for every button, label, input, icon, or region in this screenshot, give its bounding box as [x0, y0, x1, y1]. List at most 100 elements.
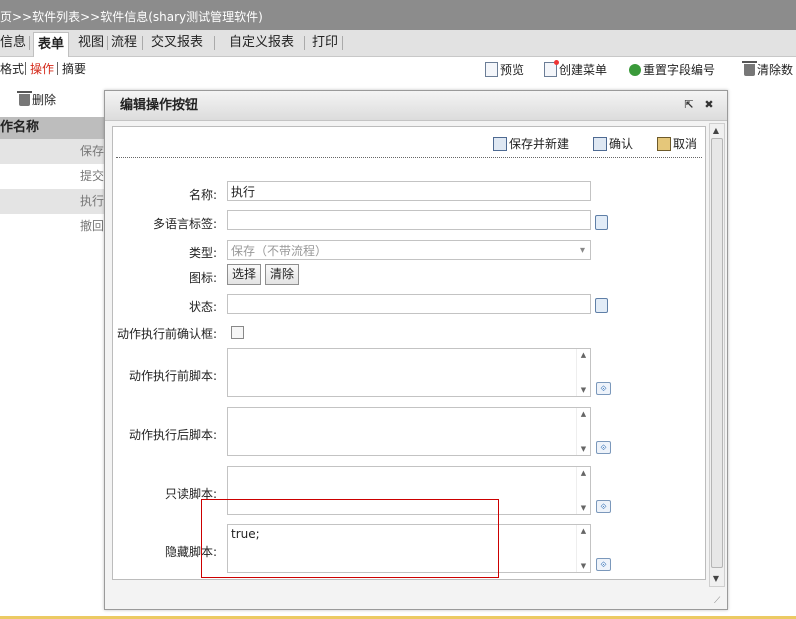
pre-script-textarea[interactable]: ▲ ▼ [227, 348, 591, 397]
row-action-name: 执行 [79, 194, 104, 208]
scroll-down-icon[interactable]: ▼ [577, 562, 590, 570]
type-select[interactable]: 保存（不带流程） [227, 240, 591, 261]
grid-header: 作名称 [0, 117, 104, 139]
subtab-summary[interactable]: 摘要 [62, 60, 86, 77]
preview-icon [485, 62, 498, 77]
create-menu-label: 创建菜单 [559, 63, 608, 77]
main-tabbar: 信息 表单 视图 流程 交叉报表 自定义报表 打印 [0, 30, 796, 57]
highlight-annotation-box [201, 499, 499, 578]
scroll-up-icon[interactable]: ▲ [577, 469, 590, 477]
scroll-down-icon[interactable]: ▼ [577, 445, 590, 453]
table-row[interactable]: 执行 [0, 189, 104, 214]
breadcrumb-text: 页>>软件列表>>软件信息(shary测试管理软件) [0, 10, 263, 24]
tab-crosstab-report[interactable]: 交叉报表 [151, 34, 203, 52]
expand-editor-icon[interactable]: ⟐ [596, 382, 611, 395]
textarea-scrollbar[interactable]: ▲ ▼ [576, 349, 590, 396]
tab-divider [142, 36, 143, 50]
name-input[interactable]: 执行 [227, 181, 591, 201]
status-label: 状态: [188, 300, 217, 314]
trash-icon [742, 60, 757, 76]
tab-info[interactable]: 信息 [0, 34, 26, 52]
subtab-actions[interactable]: 操作 [30, 60, 54, 77]
confirm-button[interactable]: 确认 [592, 135, 633, 152]
i18n-label: 多语言标签: [152, 217, 217, 231]
dialog-actions: 保存并新建 确认 取消 [492, 135, 697, 152]
preview-label: 预览 [500, 63, 525, 77]
save-and-new-label: 保存并新建 [508, 137, 569, 151]
tab-divider [304, 36, 305, 50]
tab-custom-report[interactable]: 自定义报表 [229, 34, 294, 52]
refresh-icon [629, 63, 641, 76]
table-row[interactable]: 保存 [0, 139, 104, 164]
subtab-divider [25, 62, 26, 75]
scrollbar-thumb[interactable] [711, 138, 723, 568]
save-icon [592, 136, 607, 151]
language-icon[interactable] [595, 215, 608, 230]
resize-handle-icon[interactable]: ⟋ [714, 596, 724, 606]
table-row[interactable]: 撤回 [0, 214, 104, 239]
post-script-label: 动作执行后脚本: [128, 428, 217, 442]
expand-editor-icon[interactable]: ⟐ [596, 441, 611, 454]
tab-divider [214, 36, 215, 50]
divider [116, 157, 702, 158]
expand-editor-icon[interactable]: ⟐ [596, 500, 611, 513]
tab-divider [29, 36, 30, 50]
scroll-down-icon[interactable]: ▼ [577, 504, 590, 512]
name-label: 名称: [188, 188, 217, 202]
preview-button[interactable]: 预览 [485, 61, 524, 78]
clear-label: 清除数 [757, 63, 794, 77]
create-menu-icon [544, 60, 559, 77]
sub-toolbar: 格式 操作 摘要 预览 创建菜单 重置字段编号 清除数 [0, 57, 796, 81]
delete-button[interactable]: 删除 [0, 90, 57, 108]
pre-script-label: 动作执行前脚本: [128, 369, 217, 383]
tab-workflow[interactable]: 流程 [111, 34, 137, 52]
tab-divider [342, 36, 343, 50]
tab-form[interactable]: 表单 [33, 32, 70, 57]
confirm-before-checkbox[interactable] [231, 326, 244, 339]
clear-button[interactable]: 清除数 [742, 60, 794, 78]
reset-field-numbers-label: 重置字段编号 [643, 63, 716, 77]
dialog-titlebar[interactable]: 编辑操作按钮 ⇱ ✖ [105, 91, 727, 121]
close-icon[interactable]: ✖ [703, 99, 715, 111]
textarea-scrollbar[interactable]: ▲ ▼ [576, 408, 590, 455]
subtab-format[interactable]: 格式 [0, 60, 24, 77]
cancel-label: 取消 [672, 137, 697, 151]
scroll-down-icon[interactable]: ▼ [710, 573, 722, 585]
status-input[interactable] [227, 294, 591, 314]
tab-divider [107, 36, 108, 50]
tab-print[interactable]: 打印 [312, 34, 338, 52]
scroll-up-icon[interactable]: ▲ [710, 125, 722, 137]
scroll-down-icon[interactable]: ▼ [577, 386, 590, 394]
delete-label: 删除 [32, 93, 57, 107]
textarea-scrollbar[interactable]: ▲ ▼ [576, 467, 590, 514]
scroll-up-icon[interactable]: ▲ [577, 527, 590, 535]
tab-view[interactable]: 视图 [78, 34, 104, 52]
dialog-title: 编辑操作按钮 [120, 98, 199, 113]
scroll-up-icon[interactable]: ▲ [577, 410, 590, 418]
table-row[interactable]: 提交 [0, 164, 104, 189]
icon-label: 图标: [188, 271, 217, 285]
icon-clear-button[interactable]: 清除 [265, 264, 300, 285]
save-and-new-button[interactable]: 保存并新建 [492, 135, 569, 152]
save-icon [492, 136, 507, 151]
row-action-name: 提交 [79, 169, 104, 183]
confirm-label: 确认 [608, 137, 633, 151]
cancel-button[interactable]: 取消 [656, 135, 697, 152]
i18n-input[interactable] [227, 210, 591, 230]
post-script-textarea[interactable]: ▲ ▼ [227, 407, 591, 456]
textarea-scrollbar[interactable]: ▲ ▼ [576, 525, 590, 572]
row-action-name: 保存 [79, 144, 104, 158]
grid-header-name: 作名称 [0, 120, 40, 135]
row-action-name: 撤回 [79, 219, 104, 233]
expand-editor-icon[interactable]: ⟐ [596, 558, 611, 571]
dialog-scrollbar[interactable]: ▲ ▼ [709, 123, 725, 587]
subtab-divider [57, 62, 58, 75]
create-menu-button[interactable]: 创建菜单 [544, 60, 608, 78]
icon-select-button[interactable]: 选择 [227, 264, 262, 285]
exit-icon [656, 136, 671, 151]
reset-field-numbers-button[interactable]: 重置字段编号 [629, 61, 715, 78]
language-icon[interactable] [595, 298, 608, 313]
type-label: 类型: [188, 246, 217, 260]
maximize-icon[interactable]: ⇱ [683, 99, 695, 111]
scroll-up-icon[interactable]: ▲ [577, 351, 590, 359]
